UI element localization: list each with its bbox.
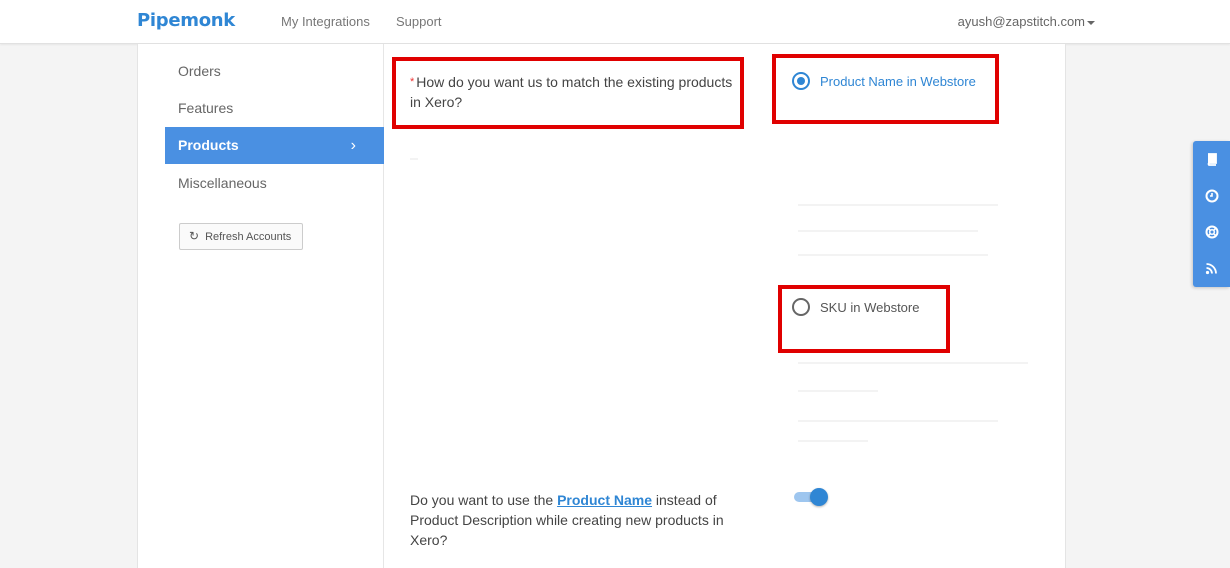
nav-my-integrations[interactable]: My Integrations (281, 14, 370, 29)
question-prefix: Do you want to use the (410, 492, 558, 508)
user-email: ayush@zapstitch.com (957, 14, 1085, 29)
faint-line (798, 254, 988, 256)
lifebuoy-icon[interactable] (1193, 214, 1230, 250)
product-name-toggle[interactable] (792, 488, 828, 506)
faint-line (798, 420, 998, 422)
brand-logo[interactable]: Pipemonk (137, 10, 235, 31)
faint-line (798, 362, 1028, 364)
product-name-question: Do you want to use the Product Name inst… (410, 490, 760, 550)
top-navbar: Pipemonk My Integrations Support ayush@z… (0, 0, 1230, 44)
product-name-link[interactable]: Product Name (557, 492, 652, 508)
faint-line (798, 440, 868, 442)
toggle-knob (810, 488, 828, 506)
highlight-option-product-name (772, 54, 999, 124)
floating-toolbar (1193, 141, 1230, 287)
chevron-down-icon (1087, 20, 1095, 25)
sidebar-item-label: Products (178, 137, 239, 153)
chevron-right-icon: › (350, 137, 356, 154)
clock-icon[interactable] (1193, 178, 1230, 214)
highlight-question (392, 57, 744, 129)
sidebar-item-products[interactable]: Products › (165, 127, 384, 164)
settings-sidebar: Orders Features Products › Miscellaneous… (138, 44, 384, 568)
sidebar-item-miscellaneous[interactable]: Miscellaneous (165, 165, 384, 202)
user-menu[interactable]: ayush@zapstitch.com (958, 14, 1095, 29)
refresh-accounts-label: Refresh Accounts (205, 231, 292, 243)
settings-card: Orders Features Products › Miscellaneous… (137, 44, 1066, 568)
sidebar-item-features[interactable]: Features (165, 90, 384, 127)
faint-line (798, 390, 878, 392)
nav-support[interactable]: Support (396, 14, 442, 29)
rss-icon[interactable] (1193, 250, 1230, 286)
book-icon[interactable] (1193, 141, 1230, 177)
sidebar-item-orders[interactable]: Orders (165, 53, 384, 90)
refresh-accounts-button[interactable]: ↻ Refresh Accounts (179, 223, 303, 250)
faint-line (798, 230, 978, 232)
refresh-icon: ↻ (189, 229, 200, 243)
faint-line (798, 204, 998, 206)
faint-line (410, 158, 418, 160)
highlight-option-sku (778, 285, 950, 353)
